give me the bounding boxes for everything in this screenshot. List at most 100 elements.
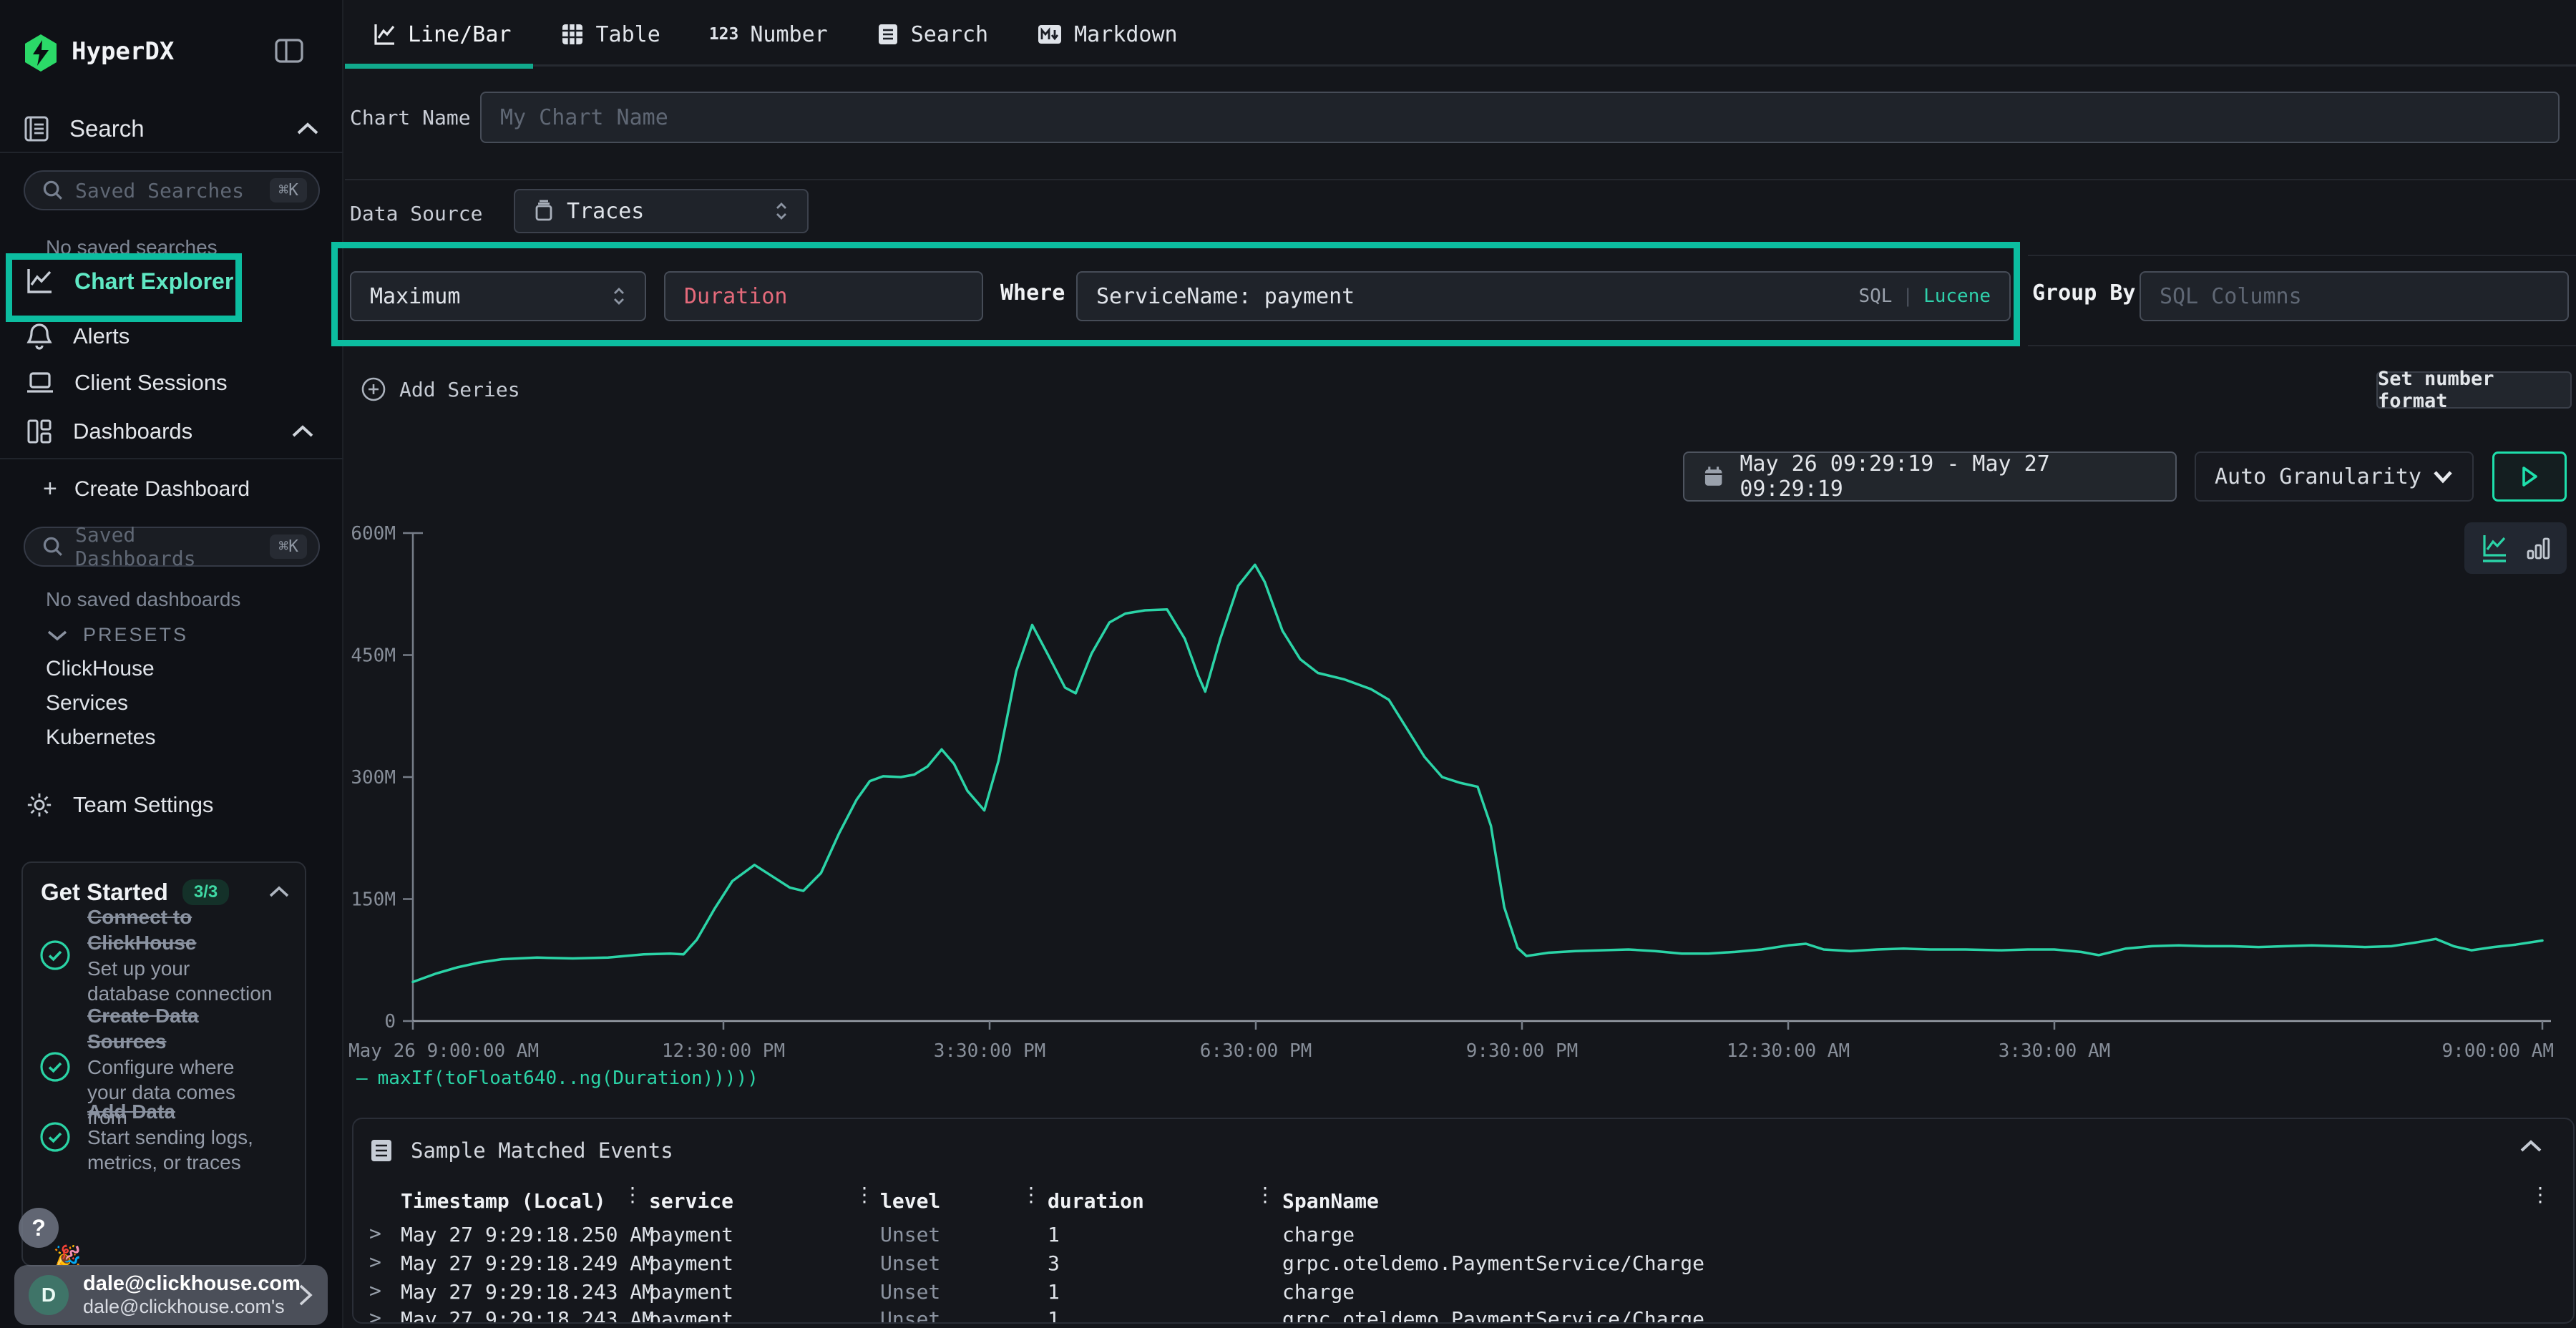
cell-duration: 1	[1048, 1280, 1060, 1304]
get-started-item[interactable]: Add Data Start sending logs, metrics, or…	[39, 1099, 288, 1175]
chevron-right-icon	[298, 1283, 313, 1307]
chevron-up-icon	[268, 886, 290, 899]
tab-label: Line/Bar	[408, 22, 512, 47]
sidebar: HyperDX Search Sav	[0, 0, 343, 1328]
plus-icon: +	[43, 475, 57, 503]
run-query-button[interactable]	[2492, 451, 2567, 502]
data-source-select[interactable]: Traces	[514, 189, 809, 233]
create-dashboard-button[interactable]: + Create Dashboard	[43, 475, 301, 503]
column-resize-handle[interactable]: ⋮	[1255, 1188, 1275, 1202]
column-header-service[interactable]: service	[649, 1189, 733, 1213]
cell-timestamp: May 27 9:29:18.243 AM	[401, 1307, 654, 1324]
divider	[345, 179, 2576, 180]
column-resize-handle[interactable]: ⋮	[623, 1188, 643, 1202]
column-resize-handle[interactable]: ⋮	[1021, 1188, 1041, 1202]
column-header-level[interactable]: level	[880, 1189, 940, 1213]
lucene-toggle[interactable]: Lucene	[1923, 285, 1991, 307]
get-started-title: Get Started	[41, 879, 168, 906]
check-circle-icon	[39, 1120, 72, 1153]
chart-name-label: Chart Name	[350, 106, 471, 130]
sidebar-item-team-settings[interactable]: Team Settings	[26, 791, 312, 819]
get-started-header[interactable]: Get Started 3/3	[41, 879, 290, 906]
cell-level: Unset	[880, 1223, 940, 1246]
column-header-timestamp[interactable]: Timestamp (Local)	[401, 1189, 606, 1213]
get-started-item-desc: Start sending logs, metrics, or traces	[87, 1125, 278, 1175]
play-icon	[2520, 466, 2539, 487]
tab-line-bar[interactable]: Line/Bar	[345, 0, 533, 69]
brand-title: HyperDX	[72, 37, 174, 66]
chart-legend: — maxIf(toFloat640..ng(Duration)))))	[356, 1068, 758, 1089]
sample-events-header[interactable]: Sample Matched Events	[369, 1138, 673, 1163]
calendar-icon	[1703, 465, 1724, 488]
get-started-item[interactable]: Connect to ClickHouse Set up your databa…	[39, 904, 288, 1006]
markdown-icon	[1037, 24, 1063, 45]
svg-text:6:30:00 PM: 6:30:00 PM	[1200, 1040, 1312, 1062]
row-expand-chevron[interactable]: >	[369, 1250, 381, 1274]
no-saved-dashboards-text: No saved dashboards	[46, 588, 240, 611]
date-range-value: May 26 09:29:19 - May 27 09:29:19	[1740, 451, 2157, 502]
collapse-sidebar-icon[interactable]	[275, 39, 303, 63]
saved-dashboards-input[interactable]: Saved Dashboards ⌘K	[24, 527, 320, 567]
user-menu[interactable]: D dale@clickhouse.com dale@clickhouse.co…	[14, 1265, 328, 1325]
saved-dashboards-placeholder: Saved Dashboards	[75, 523, 258, 570]
svg-text:12:30:00 PM: 12:30:00 PM	[662, 1040, 785, 1062]
sql-toggle[interactable]: SQL	[1858, 285, 1892, 307]
app-root: HyperDX Search Sav	[0, 0, 2576, 1328]
chevron-up-icon	[291, 424, 315, 439]
row-expand-chevron[interactable]: >	[369, 1279, 381, 1302]
chart-name-input[interactable]	[480, 92, 2560, 143]
timeseries-chart[interactable]: 0150M300M450M600MMay 26 9:00:00 AM12:30:…	[345, 501, 2576, 1066]
group-by-input[interactable]: SQL Columns	[2140, 271, 2569, 321]
data-source-label: Data Source	[350, 202, 482, 225]
collapse-section-icon[interactable]	[2519, 1139, 2543, 1153]
column-header-duration[interactable]: duration	[1048, 1189, 1144, 1213]
saved-searches-input[interactable]: Saved Searches ⌘K	[24, 170, 320, 210]
aggregation-value: Maximum	[370, 284, 460, 309]
field-input[interactable]: Duration	[664, 271, 983, 321]
cell-duration: 1	[1048, 1223, 1060, 1246]
get-started-item-desc: Set up your database connection	[87, 956, 278, 1006]
main-content: Line/Bar Table 123 Number	[345, 0, 2576, 1328]
search-section-icon	[24, 114, 49, 143]
aggregation-select[interactable]: Maximum	[350, 271, 646, 321]
preset-item-services[interactable]: Services	[46, 691, 128, 716]
user-org: dale@clickhouse.com's	[83, 1296, 283, 1318]
sidebar-item-alerts[interactable]: Alerts	[26, 322, 312, 351]
column-header-spanname[interactable]: SpanName	[1282, 1189, 1379, 1213]
row-expand-chevron[interactable]: >	[369, 1221, 381, 1245]
preset-item-clickhouse[interactable]: ClickHouse	[46, 657, 155, 681]
sidebar-item-chart-explorer[interactable]: Chart Explorer	[24, 266, 239, 296]
select-updown-icon	[612, 286, 626, 306]
tab-search[interactable]: Search	[849, 0, 1010, 69]
search-section-label: Search	[69, 115, 145, 142]
set-number-format-button[interactable]: Set number format	[2376, 371, 2572, 409]
plus-circle-icon	[361, 376, 386, 402]
table-options-kebab-icon[interactable]: ⋮	[2530, 1188, 2550, 1202]
check-circle-icon	[39, 939, 72, 972]
tab-number[interactable]: 123 Number	[682, 0, 849, 69]
granularity-select[interactable]: Auto Granularity	[2195, 451, 2474, 502]
svg-text:9:00:00 AM: 9:00:00 AM	[2441, 1040, 2554, 1062]
field-value: Duration	[684, 284, 788, 309]
legend-swatch: —	[356, 1068, 368, 1089]
presets-header[interactable]: PRESETS	[47, 624, 188, 646]
preset-item-kubernetes[interactable]: Kubernetes	[46, 726, 155, 750]
where-value: ServiceName: payment	[1096, 284, 1355, 309]
row-expand-chevron[interactable]: >	[369, 1306, 381, 1324]
sidebar-item-dashboards[interactable]: Dashboards	[26, 418, 315, 445]
sidebar-item-client-sessions[interactable]: Client Sessions	[26, 370, 312, 396]
tab-markdown[interactable]: Markdown	[1010, 0, 1199, 69]
presets-label: PRESETS	[83, 624, 188, 646]
where-input[interactable]: ServiceName: payment SQL | Lucene	[1076, 271, 2011, 321]
get-started-item-title: Add Data	[87, 1099, 278, 1125]
sidebar-section-search[interactable]: Search	[24, 114, 320, 143]
svg-text:9:30:00 PM: 9:30:00 PM	[1466, 1040, 1579, 1062]
add-series-button[interactable]: Add Series	[361, 376, 520, 402]
cell-spanname: grpc.oteldemo.PaymentService/Charge	[1282, 1251, 1704, 1275]
chart-type-tabbar: Line/Bar Table 123 Number	[345, 0, 2576, 69]
gear-icon	[26, 791, 53, 819]
date-range-picker[interactable]: May 26 09:29:19 - May 27 09:29:19	[1683, 451, 2177, 502]
tab-table[interactable]: Table	[533, 0, 682, 69]
column-resize-handle[interactable]: ⋮	[854, 1188, 874, 1202]
help-button[interactable]: ?	[19, 1208, 59, 1248]
